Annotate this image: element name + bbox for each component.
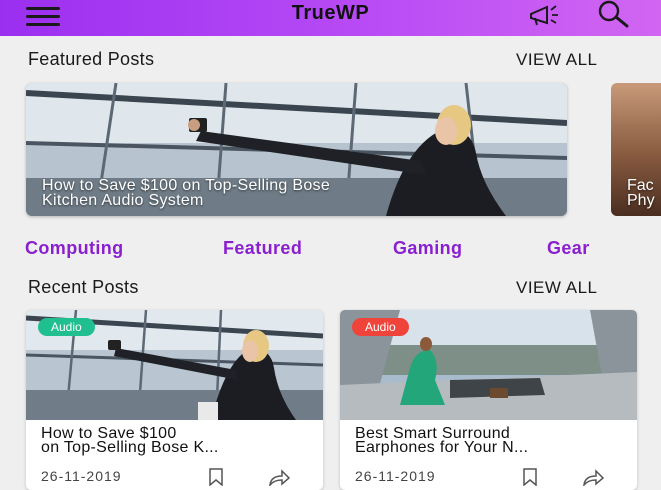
recent-view-all-link[interactable]: VIEW ALL [516, 278, 597, 298]
featured-post-title-line1: How to Save $100 on Top-Selling Bose [42, 177, 331, 194]
category-badge: Audio [38, 318, 95, 336]
featured-post-card-2[interactable]: Fac Phy [611, 83, 661, 216]
recent-posts-heading: Recent Posts [28, 277, 139, 297]
category-gear[interactable]: Gear [547, 238, 590, 259]
featured-view-all-link[interactable]: VIEW ALL [516, 50, 597, 70]
category-badge: Audio [352, 318, 409, 336]
post-date: 26-11-2019 [355, 468, 436, 484]
featured-posts-heading: Featured Posts [28, 49, 155, 69]
featured-post-2-title-line2: Phy [627, 192, 655, 209]
recent-post-card[interactable]: Audio How to Save $100 on Top-Selling Bo… [26, 310, 323, 490]
featured-post-title: How to Save $100 on Top-Selling Bose Kit… [42, 177, 331, 209]
bookmark-icon[interactable] [522, 468, 538, 486]
megaphone-icon[interactable] [525, 0, 565, 30]
bookmark-icon[interactable] [208, 468, 224, 486]
category-featured[interactable]: Featured [223, 238, 302, 259]
app-bar: TrueWP [0, 0, 661, 36]
recent-post-title: Best Smart Surround Earphones for Your N… [355, 426, 630, 456]
recent-post-title: How to Save $100 on Top-Selling Bose K..… [41, 426, 316, 456]
share-icon[interactable] [267, 468, 291, 486]
recent-post-card[interactable]: Audio Best Smart Surround Earphones for … [340, 310, 637, 490]
recent-post-title-line2: Earphones for Your N... [355, 439, 529, 456]
recent-post-title-line2: on Top-Selling Bose K... [41, 439, 219, 456]
search-icon[interactable] [594, 0, 634, 30]
category-computing[interactable]: Computing [25, 238, 124, 259]
category-gaming[interactable]: Gaming [393, 238, 462, 259]
featured-post-title-line2: Kitchen Audio System [42, 192, 204, 209]
featured-post-2-title-line1: Fac [627, 177, 654, 194]
featured-post-card[interactable]: How to Save $100 on Top-Selling Bose Kit… [26, 83, 567, 216]
share-icon[interactable] [581, 468, 605, 486]
featured-post-title-2: Fac Phy [627, 177, 655, 209]
post-date: 26-11-2019 [41, 468, 122, 484]
